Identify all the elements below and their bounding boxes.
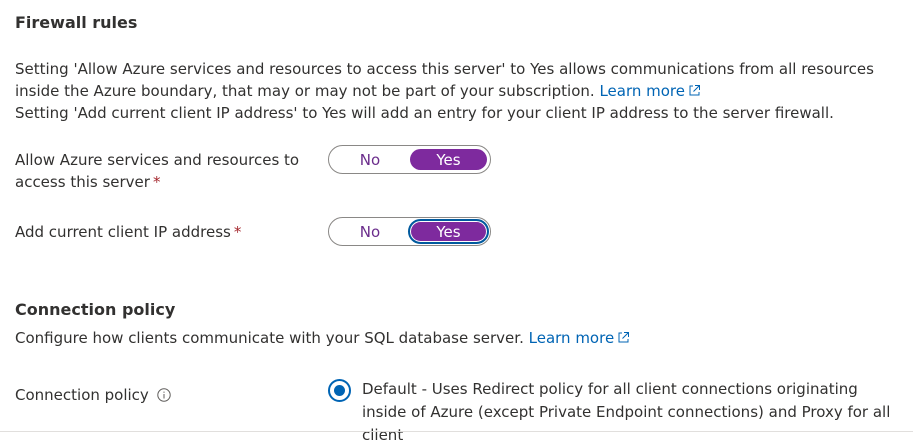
- connection-desc-text: Configure how clients communicate with y…: [15, 329, 524, 347]
- allow-azure-no-option[interactable]: No: [332, 149, 408, 170]
- divider: [0, 431, 913, 432]
- add-client-ip-label: Add current client IP address *: [15, 221, 315, 243]
- add-client-ip-no-option[interactable]: No: [332, 221, 408, 242]
- add-client-ip-yes-option[interactable]: Yes: [408, 219, 489, 244]
- default-radio-button[interactable]: [328, 379, 351, 402]
- connection-policy-label-text: Connection policy: [15, 386, 149, 404]
- page: Firewall rules Setting 'Allow Azure serv…: [0, 0, 913, 445]
- required-mark: *: [152, 173, 161, 191]
- firewall-description: Setting 'Allow Azure services and resour…: [15, 58, 895, 124]
- external-link-icon: [689, 85, 700, 96]
- firewall-learn-more-link[interactable]: Learn more: [599, 82, 701, 100]
- add-client-ip-label-text: Add current client IP address: [15, 223, 231, 241]
- allow-azure-label: Allow Azure services and resources to ac…: [15, 149, 315, 193]
- firewall-rules-title: Firewall rules: [15, 13, 138, 32]
- firewall-desc-line2: Setting 'Add current client IP address' …: [15, 104, 834, 122]
- allow-azure-toggle[interactable]: No Yes: [328, 145, 491, 174]
- info-icon[interactable]: [157, 388, 171, 402]
- learn-more-label: Learn more: [528, 329, 615, 347]
- default-option-label: Default - Uses Redirect policy for all c…: [362, 380, 891, 444]
- allow-azure-yes-option[interactable]: Yes: [410, 149, 487, 170]
- firewall-desc-line1: Setting 'Allow Azure services and resour…: [15, 60, 874, 100]
- add-client-ip-toggle[interactable]: No Yes: [328, 217, 491, 246]
- connection-policy-label: Connection policy: [15, 384, 315, 406]
- connection-policy-title: Connection policy: [15, 300, 176, 319]
- connection-policy-default-option[interactable]: Default - Uses Redirect policy for all c…: [328, 378, 903, 445]
- learn-more-label: Learn more: [599, 82, 685, 100]
- connection-policy-description: Configure how clients communicate with y…: [15, 327, 895, 349]
- required-mark: *: [233, 223, 242, 241]
- connection-learn-more-link[interactable]: Learn more: [529, 329, 631, 347]
- external-link-icon: [618, 332, 630, 343]
